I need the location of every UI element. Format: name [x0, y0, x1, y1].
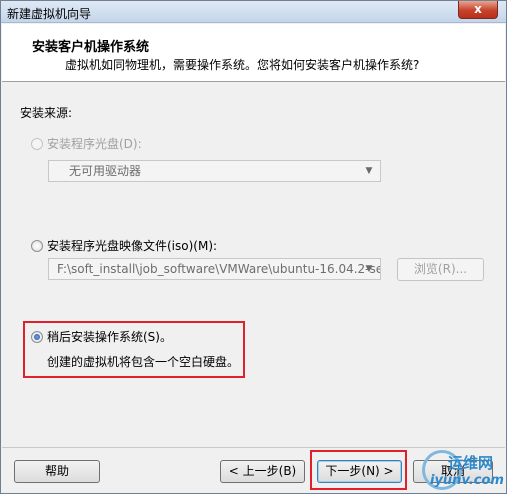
install-source-label: 安装来源: [20, 106, 73, 120]
disc-drive-select[interactable]: 无可用驱动器 ▼ [48, 160, 381, 182]
iso-radio[interactable] [31, 239, 43, 252]
disc-option-label: 安装程序光盘(D): [47, 137, 142, 151]
install-later-radio[interactable] [31, 330, 43, 343]
chevron-down-icon: ▼ [365, 264, 373, 274]
disc-drive-value: 无可用驱动器 [69, 164, 142, 178]
site-watermark: 运维网 iyunv.com [422, 450, 504, 492]
window-title: 新建虚拟机向导 [7, 7, 92, 21]
iso-option-label: 安装程序光盘映像文件(iso)(M): [47, 239, 218, 253]
watermark-bottom-text: iyunv.com [430, 473, 504, 488]
chevron-down-icon: ▼ [365, 166, 373, 176]
back-button[interactable]: < 上一步(B) [220, 460, 305, 483]
watermark-top-text: 运维网 [448, 454, 494, 472]
page-title: 安装客户机操作系统 [32, 40, 150, 55]
disc-radio[interactable] [31, 137, 43, 150]
footer-divider [2, 447, 505, 448]
iso-option[interactable]: 安装程序光盘映像文件(iso)(M): [31, 237, 217, 254]
browse-button[interactable]: 浏览(R)... [397, 258, 484, 281]
help-button[interactable]: 帮助 [14, 460, 100, 483]
install-later-option[interactable]: 稍后安装操作系统(S)。 [31, 328, 172, 345]
install-later-label: 稍后安装操作系统(S)。 [47, 330, 172, 344]
page-subtitle: 虚拟机如同物理机，需要操作系统。您将如何安装客户机操作系统? [65, 58, 420, 72]
iso-path-select[interactable]: F:\soft_install\job_software\VMWare\ubun… [48, 258, 381, 280]
new-vm-wizard-window: 新建虚拟机向导 x 安装客户机操作系统 虚拟机如同物理机，需要操作系统。您将如何… [0, 0, 507, 494]
iso-path-value: F:\soft_install\job_software\VMWare\ubun… [57, 262, 381, 276]
title-bar: 新建虚拟机向导 x [1, 1, 506, 23]
disc-option[interactable]: 安装程序光盘(D): [31, 135, 142, 152]
next-button[interactable]: 下一步(N) > [317, 460, 402, 483]
close-button[interactable]: x [458, 1, 498, 19]
wizard-header: 安装客户机操作系统 虚拟机如同物理机，需要操作系统。您将如何安装客户机操作系统? [2, 24, 505, 82]
install-later-description: 创建的虚拟机将包含一个空白硬盘。 [47, 355, 240, 369]
